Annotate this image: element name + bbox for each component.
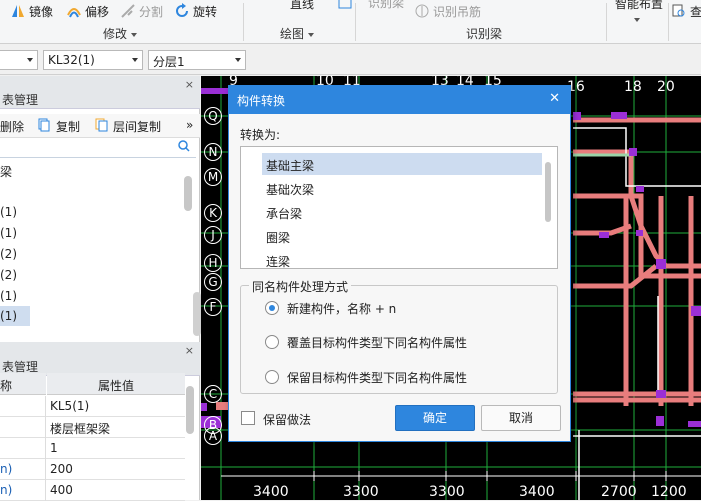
close-icon[interactable]: ✕ (549, 91, 560, 106)
tree-item[interactable]: (1) (0, 202, 185, 222)
rotate-icon (174, 3, 190, 19)
layer-copy-icon (95, 118, 109, 135)
smart-layout-dropdown[interactable] (630, 12, 640, 26)
axis-bubble-row: C (204, 385, 222, 403)
mirror-button[interactable]: 镜像 (10, 2, 53, 20)
split-icon (120, 3, 136, 19)
tree-item-selected[interactable]: (1) (0, 306, 30, 326)
delete-button[interactable]: 删除 (0, 118, 24, 135)
hanger-icon (414, 3, 430, 19)
table-row[interactable]: KL5(1) (0, 396, 185, 417)
keep-method-checkbox[interactable] (241, 411, 255, 425)
axis-bubble-row: N (204, 143, 222, 161)
ribbon-divider (355, 3, 356, 41)
keep-target-label[interactable]: 保留目标构件类型下同名构件属性 (287, 369, 467, 386)
same-name-handling-group: 同名构件处理方式 新建构件，名称 + n 覆盖目标构件类型下同名构件属性 保留目… (240, 278, 558, 394)
tree-item[interactable]: (2) (0, 244, 185, 264)
dimension-label: 3400 (253, 484, 289, 500)
ribbon-group-draw[interactable]: 绘图 (280, 25, 315, 42)
dialog-title: 构件转换 (237, 94, 286, 108)
mirror-icon (10, 3, 26, 19)
layer-dropdown[interactable]: 分层1 (148, 50, 246, 70)
dimension-label: 3300 (429, 484, 465, 500)
axis-bubble-row: K (204, 204, 222, 222)
component-dropdown[interactable]: KL32(1) (43, 50, 143, 70)
component-list-header: 表管理 (0, 89, 200, 109)
ribbon-divider (668, 3, 669, 41)
rotate-button[interactable]: 旋转 (174, 2, 217, 20)
dimension-label: 1200 (651, 484, 687, 500)
dimension-label: 3300 (343, 484, 379, 500)
keep-target-radio[interactable] (265, 370, 279, 384)
axis-bubble-row: Q (204, 107, 222, 125)
axis-bubble-row: J (204, 226, 222, 244)
property-scrollbar[interactable] (186, 386, 194, 434)
table-row[interactable]: n) 200 (0, 459, 185, 480)
list-item[interactable]: 基础次梁 (262, 177, 542, 199)
identify-hanger-button[interactable]: 识别吊筋 (414, 2, 481, 20)
property-value-header: 属性值 (47, 373, 185, 395)
property-name-header: 称 (0, 373, 46, 395)
component-toolbar: 删除 复制 层间复制 » (0, 114, 200, 138)
search-icon (178, 140, 190, 155)
list-scrollbar[interactable] (545, 162, 551, 222)
copy-icon (38, 118, 50, 135)
dimension-label: 3400 (519, 484, 555, 500)
split-button[interactable]: 分割 (120, 2, 163, 20)
copy-button[interactable]: 复制 (56, 118, 80, 135)
group-title: 同名构件处理方式 (249, 278, 352, 295)
list-item-selected[interactable]: 基础主梁 (262, 153, 542, 175)
more-icon[interactable]: » (186, 118, 193, 132)
list-item[interactable]: 圈梁 (262, 225, 542, 247)
panel-scrollbar[interactable] (193, 292, 201, 336)
smart-layout-button[interactable]: 智能布置 (615, 0, 663, 12)
selector-toolbar: KL32(1) 分层1 (0, 45, 701, 75)
convert-to-label: 转换为: (240, 128, 281, 142)
overwrite-radio[interactable] (265, 335, 279, 349)
cancel-button[interactable]: 取消 (481, 405, 561, 431)
view-button[interactable]: 查 (671, 2, 701, 20)
offset-icon (66, 3, 82, 19)
rectangle-icon (337, 0, 353, 11)
component-convert-dialog: 构件转换 ✕ 转换为: 基础主梁 基础次梁 承台梁 圈梁 连梁 同名构件处理方式… (228, 85, 571, 442)
offset-button[interactable]: 偏移 (66, 2, 109, 20)
axis-bubble-row: G (204, 273, 222, 291)
ok-button[interactable]: 确定 (395, 405, 475, 431)
ribbon-group-identify-beam: 识别梁 (466, 27, 503, 41)
ribbon-group-modify[interactable]: 修改 (103, 25, 138, 42)
new-component-radio[interactable] (265, 301, 279, 315)
axis-bubble-row: M (204, 168, 222, 186)
tree-item[interactable]: (2) (0, 265, 185, 285)
axis-bubble-row: H (204, 254, 222, 272)
axis-bubble-row: A (204, 427, 222, 445)
search-doc-icon (671, 3, 687, 19)
table-row[interactable]: n) 400 (0, 480, 185, 501)
list-item[interactable]: 连梁 (262, 249, 542, 268)
tree-item[interactable]: 梁 (0, 160, 185, 180)
overwrite-label[interactable]: 覆盖目标构件类型下同名构件属性 (287, 334, 467, 351)
line-button[interactable]: 直线 (290, 0, 352, 12)
identify-beam-button[interactable]: 识别梁 (368, 0, 404, 11)
layer-copy-button[interactable]: 层间复制 (113, 118, 161, 135)
ribbon-divider (243, 3, 244, 41)
search-input[interactable] (0, 138, 196, 158)
tree-item[interactable]: (1) (0, 286, 185, 306)
category-dropdown[interactable] (0, 50, 38, 70)
new-component-label[interactable]: 新建构件，名称 + n (287, 300, 396, 317)
table-row[interactable]: 1 (0, 438, 185, 459)
axis-label-col: 18 (624, 79, 642, 95)
ribbon: 镜像 偏移 分割 旋转 修改 直线 绘图 识别梁 识别吊筋 识别梁 智能布置 查 (0, 0, 701, 44)
target-type-list[interactable]: 基础主梁 基础次梁 承台梁 圈梁 连梁 (240, 146, 558, 269)
table-row[interactable]: 楼层框架梁 (0, 417, 185, 438)
tree-scrollbar[interactable] (184, 176, 192, 211)
list-item[interactable]: 承台梁 (262, 201, 542, 223)
ribbon-divider (606, 3, 607, 41)
axis-label-col: 20 (657, 79, 675, 95)
component-panel: × 表管理 删除 复制 层间复制 » 梁 (1) (1) (2) (2) (1)… (0, 76, 201, 501)
dialog-title-bar[interactable]: 构件转换 ✕ (229, 86, 570, 114)
axis-bubble-row: F (204, 298, 222, 316)
dimension-label: 2700 (601, 484, 637, 500)
keep-method-label[interactable]: 保留做法 (263, 411, 311, 428)
tree-item[interactable]: (1) (0, 223, 185, 243)
